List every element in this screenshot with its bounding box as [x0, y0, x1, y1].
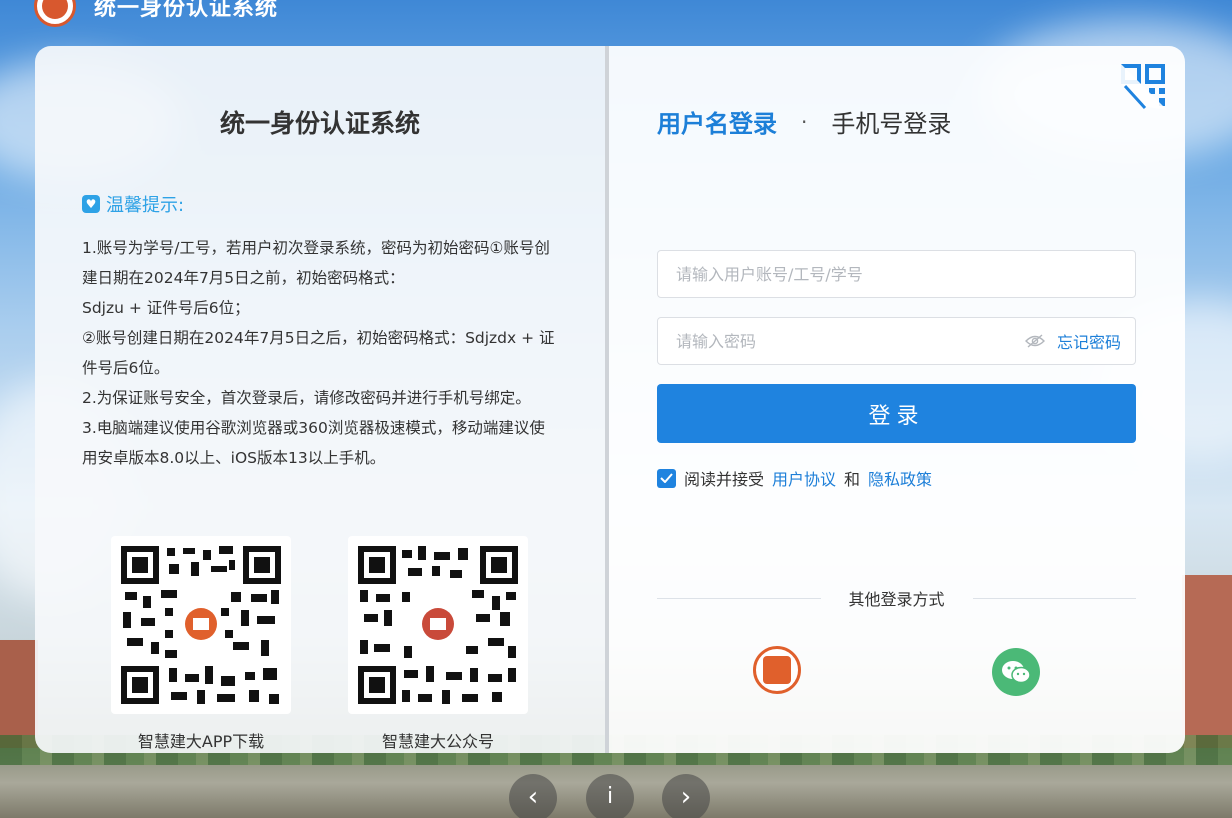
wechat-login-button[interactable]	[992, 648, 1040, 696]
agree-checkbox[interactable]	[657, 468, 676, 488]
tip-heading-label: 温馨提示:	[106, 195, 185, 216]
other-login-label: 其他登录方式	[848, 590, 945, 609]
site-title: 统一身份认证系统	[94, 0, 279, 21]
forgot-password-link[interactable]: 忘记密码	[1057, 329, 1121, 353]
password-field: 忘记密码	[657, 317, 1136, 365]
and-text: 和	[844, 470, 861, 489]
privacy-policy-link[interactable]: 隐私政策	[868, 466, 932, 490]
tab-phone-login[interactable]: 手机号登录	[831, 104, 951, 139]
qr-caption-app: 智慧建大APP下载	[137, 732, 265, 751]
tip-icon: ♥	[82, 195, 100, 213]
login-panel: 用户名登录 · 手机号登录 忘记密码 登录 阅读并接受 用户协议 和 隐私政策	[609, 46, 1185, 753]
check-icon	[660, 473, 673, 483]
other-login-divider: 其他登录方式	[657, 586, 1137, 610]
login-tabs: 用户名登录 · 手机号登录	[657, 104, 951, 139]
carousel-info-button[interactable]: i	[586, 774, 634, 818]
tip-heading: ♥ 温馨提示:	[82, 191, 184, 217]
carousel-prev-button[interactable]: ‹	[509, 774, 557, 818]
wechat-icon	[1002, 661, 1031, 684]
divider-line	[972, 597, 1137, 599]
info-panel: 统一身份认证系统 ♥ 温馨提示: 1.账号为学号/工号，若用户初次登录系统，密码…	[35, 46, 605, 753]
username-input[interactable]	[676, 264, 1121, 284]
app-download-qr: 智慧建大APP下载	[111, 536, 291, 752]
eye-off-icon[interactable]	[1024, 334, 1045, 348]
agree-text: 阅读并接受	[684, 470, 765, 489]
university-logo	[34, 0, 76, 27]
tip-line: ②账号创建日期在2024年7月5日之后，初始密码格式：Sdjzdx + 证件号后…	[82, 329, 555, 377]
tab-username-login[interactable]: 用户名登录	[657, 104, 777, 139]
tip-line: 1.账号为学号/工号，若用户初次登录系统，密码为初始密码①账号创建日期在2024…	[82, 239, 550, 287]
qr-code-image	[111, 536, 291, 714]
password-input[interactable]	[676, 331, 1025, 351]
qr-login-toggle-icon[interactable]	[1119, 62, 1169, 112]
tip-line: 2.为保证账号安全，首次登录后，请修改密码并进行手机号绑定。	[82, 389, 531, 407]
university-sso-button[interactable]	[753, 646, 801, 694]
agreement-row: 阅读并接受 用户协议 和 隐私政策	[657, 466, 932, 490]
username-field	[657, 250, 1136, 298]
login-card: 统一身份认证系统 ♥ 温馨提示: 1.账号为学号/工号，若用户初次登录系统，密码…	[35, 46, 1185, 753]
panel-title: 统一身份认证系统	[219, 109, 420, 138]
carousel-next-button[interactable]: ›	[662, 774, 710, 818]
tab-separator: ·	[801, 109, 808, 134]
tip-line: 3.电脑端建议使用谷歌浏览器或360浏览器极速模式，移动端建议使用安卓版本8.0…	[82, 419, 545, 467]
qr-caption-wechat: 智慧建大公众号	[381, 732, 494, 751]
university-logo-icon	[763, 656, 791, 684]
user-agreement-link[interactable]: 用户协议	[772, 466, 836, 490]
tip-line: Sdjzu + 证件号后6位；	[82, 299, 250, 317]
login-button[interactable]: 登录	[657, 384, 1136, 443]
divider-line	[657, 597, 821, 599]
site-header: 统一身份认证系统	[34, 0, 279, 27]
qr-code-image	[348, 536, 528, 714]
tip-list: 1.账号为学号/工号，若用户初次登录系统，密码为初始密码①账号创建日期在2024…	[82, 233, 557, 473]
wechat-account-qr: 智慧建大公众号	[348, 536, 528, 752]
